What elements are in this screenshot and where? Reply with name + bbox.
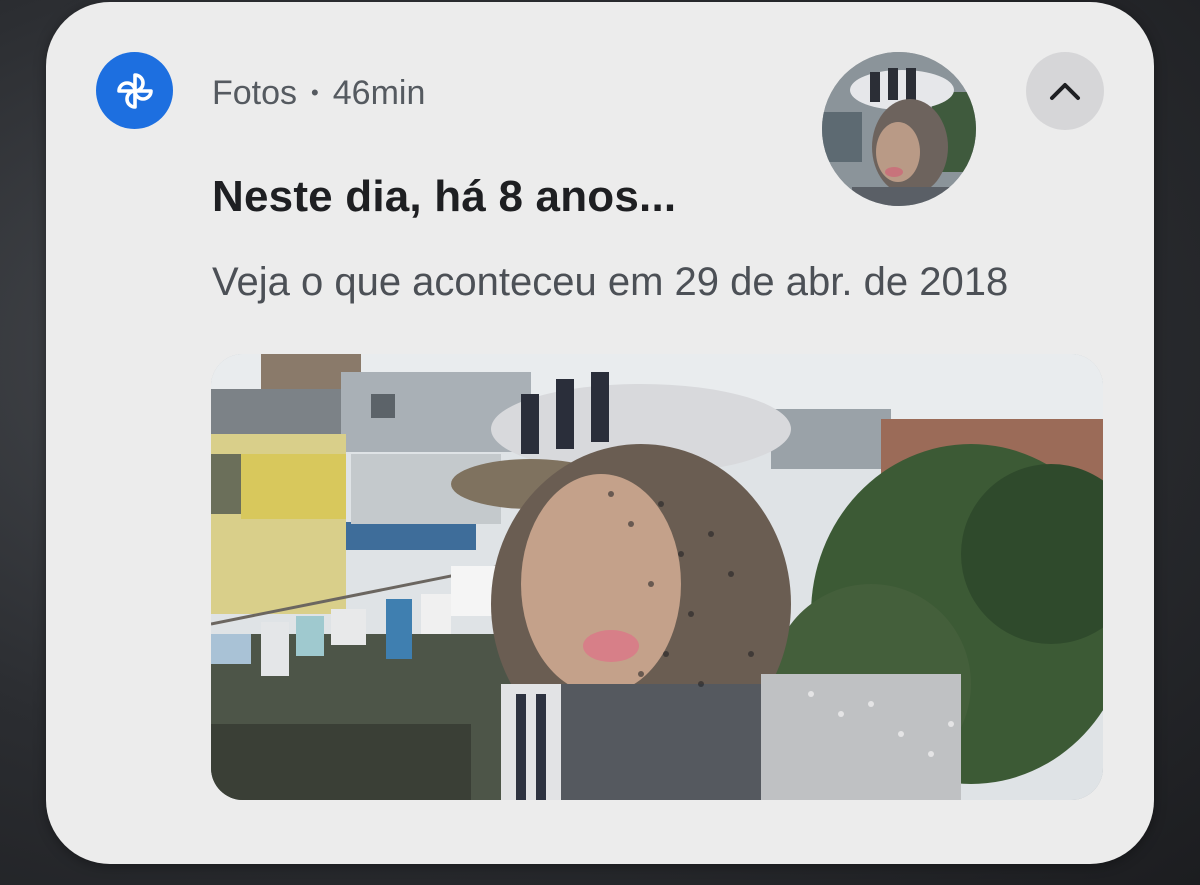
memory-thumbnail bbox=[822, 52, 976, 206]
memory-thumbnail-image bbox=[822, 52, 976, 206]
collapse-button[interactable] bbox=[1026, 52, 1104, 130]
chevron-up-icon bbox=[1050, 83, 1080, 100]
separator-dot: • bbox=[311, 80, 319, 105]
notification-time: 46min bbox=[332, 73, 426, 112]
memory-photo[interactable] bbox=[211, 354, 1103, 800]
photos-app-icon bbox=[96, 52, 173, 129]
pinwheel-icon bbox=[116, 72, 153, 109]
notification-subtitle: Veja o que aconteceu em 29 de abr. de 20… bbox=[212, 260, 1009, 304]
notification-title: Neste dia, há 8 anos... bbox=[212, 172, 677, 221]
app-name: Fotos bbox=[212, 73, 298, 112]
notification-header: Fotos • 46min bbox=[212, 70, 425, 116]
memory-photo-image bbox=[211, 354, 1103, 800]
